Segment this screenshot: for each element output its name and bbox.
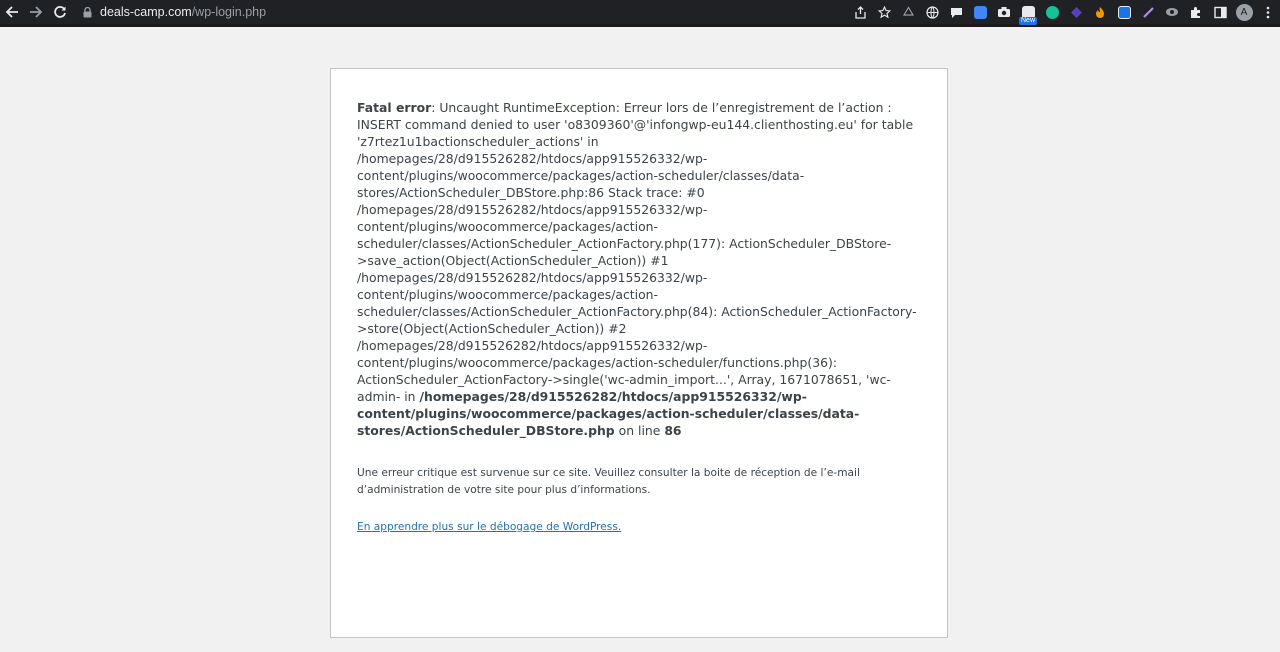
new-extension-icon[interactable]: New: [1016, 0, 1040, 25]
diamond-icon[interactable]: [1064, 0, 1088, 24]
eye-extension-icon[interactable]: [1160, 0, 1184, 24]
browser-toolbar: deals-camp.com/wp-login.php New A: [0, 0, 1280, 27]
new-badge: New: [1019, 17, 1038, 25]
error-file-path: /homepages/28/d915526282/htdocs/app91552…: [357, 389, 860, 438]
recycle-icon[interactable]: [896, 0, 920, 24]
learn-more-paragraph: En apprendre plus sur le débogage de Wor…: [357, 519, 921, 536]
screenshot-icon[interactable]: [1112, 0, 1136, 24]
fatal-error-label: Fatal error: [357, 100, 432, 115]
error-box: Fatal error: Uncaught RuntimeException: …: [330, 68, 948, 638]
share-icon[interactable]: [848, 0, 872, 24]
url-path: /wp-login.php: [191, 5, 267, 19]
back-arrow-icon[interactable]: [0, 0, 24, 24]
url-host: deals-camp.com: [100, 5, 192, 19]
error-message-text: : Uncaught RuntimeException: Erreur lors…: [357, 100, 917, 404]
translate-icon[interactable]: [968, 0, 992, 24]
error-line-number: 86: [664, 423, 682, 438]
chat-icon[interactable]: [944, 0, 968, 24]
forward-arrow-icon[interactable]: [24, 0, 48, 24]
critical-error-notice: Une erreur critique est survenue sur ce …: [357, 467, 860, 496]
camera-icon[interactable]: [992, 0, 1016, 24]
grammarly-icon[interactable]: [1040, 0, 1064, 24]
star-icon[interactable]: [872, 0, 896, 24]
avatar: A: [1235, 3, 1253, 21]
debugging-help-link[interactable]: En apprendre plus sur le débogage de Wor…: [357, 521, 621, 533]
fatal-error-message: Fatal error: Uncaught RuntimeException: …: [357, 99, 921, 439]
puzzle-icon[interactable]: [1184, 0, 1208, 24]
profile-avatar[interactable]: A: [1232, 0, 1256, 24]
sidebar-icon[interactable]: [1208, 0, 1232, 24]
pen-icon[interactable]: [1136, 0, 1160, 24]
reload-icon[interactable]: [48, 0, 72, 24]
address-bar[interactable]: deals-camp.com/wp-login.php: [80, 0, 266, 24]
extensions-toolbar: New A: [848, 0, 1280, 25]
flame-icon[interactable]: [1088, 0, 1112, 24]
globe-icon[interactable]: [920, 0, 944, 24]
menu-kebab-icon[interactable]: [1256, 0, 1280, 24]
lock-icon: [80, 6, 94, 18]
on-line-text: on line: [614, 423, 665, 438]
